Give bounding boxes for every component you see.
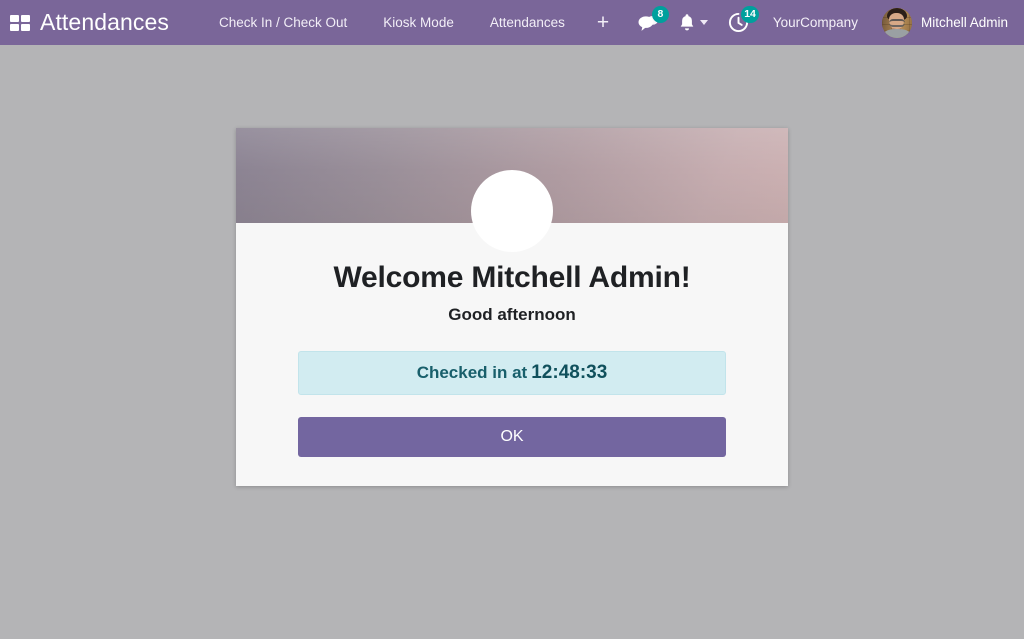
bell-icon	[680, 14, 694, 31]
chevron-down-icon	[699, 20, 708, 25]
user-menu-button[interactable]: Mitchell Admin	[872, 0, 1014, 45]
nav-item-kiosk-mode[interactable]: Kiosk Mode	[365, 0, 472, 45]
apps-menu-button[interactable]	[0, 0, 40, 45]
messages-menu-button[interactable]: 8	[628, 0, 669, 45]
add-menu-button[interactable]: +	[583, 0, 623, 45]
nav-item-attendances[interactable]: Attendances	[472, 0, 583, 45]
app-brand-title[interactable]: Attendances	[40, 9, 179, 36]
checked-in-time: 12:48:33	[531, 361, 608, 383]
checked-in-label: Checked in at	[416, 362, 528, 382]
activities-menu-button[interactable]	[669, 0, 718, 45]
top-navbar: Attendances Check In / Check Out Kiosk M…	[0, 0, 1024, 45]
greeting-text: Good afternoon	[448, 304, 576, 324]
grid-apps-icon	[10, 14, 30, 31]
user-menu-label: Mitchell Admin	[920, 15, 1008, 30]
welcome-title: Welcome Mitchell Admin!	[333, 261, 691, 294]
dialog-body: Welcome Mitchell Admin! Good afternoon C…	[236, 223, 788, 486]
navbar-systray: 8 14 YourCompany Mitchell Admin	[628, 0, 1024, 45]
nav-item-check-in-check-out[interactable]: Check In / Check Out	[201, 0, 365, 45]
navbar-menu: Check In / Check Out Kiosk Mode Attendan…	[201, 0, 623, 45]
navbar-avatar	[881, 7, 912, 38]
ok-button[interactable]: OK	[298, 416, 726, 457]
clock-count-badge: 14	[741, 6, 759, 23]
messages-count-badge: 8	[651, 6, 669, 23]
company-switcher[interactable]: YourCompany	[759, 0, 872, 45]
checked-in-status-banner: Checked in at 12:48:33	[298, 350, 726, 395]
clock-menu-button[interactable]: 14	[718, 0, 759, 45]
welcome-dialog: Welcome Mitchell Admin! Good afternoon C…	[236, 128, 788, 486]
employee-avatar-frame	[471, 170, 553, 252]
